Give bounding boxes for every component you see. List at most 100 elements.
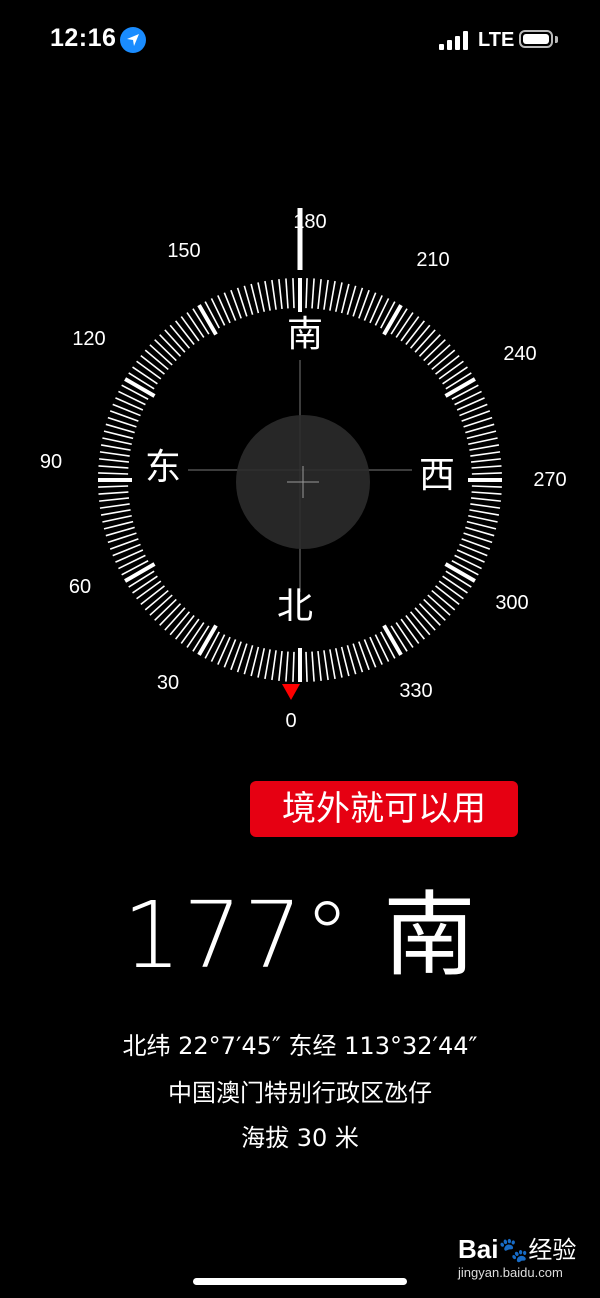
watermark-suffix: 经验 <box>528 1236 577 1264</box>
degree-label-210: 210 <box>416 249 450 271</box>
compass-tick <box>124 562 156 583</box>
compass-tick <box>99 451 130 457</box>
compass-tick <box>471 465 502 469</box>
compass-tick <box>285 651 289 682</box>
compass-tick <box>414 607 436 631</box>
compass-tick <box>471 491 502 495</box>
compass-tick <box>197 304 218 336</box>
compass-tick <box>164 329 186 353</box>
degree-label-90: 90 <box>39 451 63 473</box>
compass-tick <box>323 279 329 310</box>
degree-label-180: 180 <box>293 211 327 233</box>
compass-tick <box>100 444 131 451</box>
compass-tick <box>471 485 502 488</box>
compass-tick <box>470 458 501 463</box>
degree-label-300: 300 <box>495 592 529 614</box>
compass-tick <box>340 283 350 314</box>
compass-tick <box>186 622 205 648</box>
compass-tick <box>405 615 425 640</box>
compass-tick <box>132 575 158 594</box>
compass-tick <box>115 397 144 411</box>
network-type: LTE <box>478 29 515 51</box>
compass-tick <box>210 298 226 326</box>
compass-tick <box>329 649 336 680</box>
compass-tick <box>292 651 295 682</box>
cellular-signal-icon <box>439 30 469 50</box>
compass-tick <box>169 324 191 349</box>
coordinates-text: 北纬 22°7′45″ 东经 113°32′44″ <box>122 1032 478 1060</box>
compass-tick <box>418 603 441 626</box>
compass-tick <box>149 344 173 366</box>
compass-tick <box>311 278 315 309</box>
compass-tick <box>102 514 132 523</box>
compass-tick <box>442 366 468 385</box>
compass-tick <box>466 520 497 530</box>
home-indicator[interactable] <box>193 1278 407 1285</box>
compass-tick <box>423 339 446 362</box>
compass-tick <box>423 598 446 621</box>
compass-tick <box>470 503 501 509</box>
degree-label-150: 150 <box>167 240 201 262</box>
compass-tick <box>317 279 322 310</box>
baidu-watermark: Bai🐾经验 jingyan.baidu.com <box>458 1230 598 1290</box>
compass-tick <box>374 634 390 662</box>
compass-dial[interactable]: 南 北 东 西 0 30 60 90 120 150 180 210 240 2… <box>0 160 600 780</box>
compass-tick <box>98 465 129 469</box>
compass-tick <box>369 295 383 324</box>
status-time: 12:16 <box>50 24 117 52</box>
cardinal-west: 西 <box>418 455 455 496</box>
compass-tick <box>149 594 173 616</box>
compass-tick <box>418 334 441 357</box>
battery-icon <box>519 30 553 48</box>
compass-tick <box>468 437 498 446</box>
compass-tick <box>140 585 165 605</box>
overlay-stamp: 境外就可以用 <box>250 781 518 837</box>
compass-tick <box>257 282 266 312</box>
compass-tick <box>136 360 162 380</box>
cardinal-south: 南 <box>286 314 323 355</box>
compass-tick <box>118 554 146 570</box>
compass-tick <box>334 648 343 678</box>
compass-tick <box>271 279 277 310</box>
compass-tick <box>334 282 343 312</box>
compass-tick <box>470 451 501 457</box>
degree-label-30: 30 <box>156 672 180 694</box>
paw-icon: 🐾 <box>498 1236 529 1264</box>
compass-tick <box>454 390 482 406</box>
compass-tick <box>466 430 497 440</box>
compass-tick <box>159 603 182 626</box>
compass-tick <box>454 554 482 570</box>
watermark-url: jingyan.baidu.com <box>458 1265 563 1280</box>
compass-tick <box>278 279 283 310</box>
compass-tick <box>180 618 200 644</box>
compass-tick <box>98 485 129 488</box>
compass-tick <box>115 549 144 563</box>
degree-label-270: 270 <box>533 469 567 491</box>
degree-label-120: 120 <box>72 328 106 350</box>
compass-tick <box>382 624 403 656</box>
compass-tick <box>278 650 283 681</box>
compass-tick <box>374 298 390 326</box>
compass-tick <box>292 278 295 309</box>
compass-tick <box>470 497 501 502</box>
compass-tick <box>159 334 182 357</box>
region-text: 中国澳门特别行政区氹仔 <box>168 1079 432 1107</box>
degree-label-60: 60 <box>68 576 92 598</box>
compass-tick <box>395 622 414 648</box>
compass-tick <box>444 377 476 398</box>
altitude-text: 海拔 30 米 <box>241 1124 359 1152</box>
compass-tick <box>431 349 456 371</box>
compass-tick <box>409 611 431 636</box>
compass-tick <box>210 634 226 662</box>
compass-tick <box>414 329 436 353</box>
compass-tick <box>154 598 177 621</box>
compass-tick <box>456 549 485 563</box>
degree-label-0: 0 <box>285 710 297 732</box>
compass-tick <box>264 649 271 680</box>
compass-tick <box>103 520 134 530</box>
compass-tick <box>427 594 451 616</box>
compass-tick <box>98 472 129 475</box>
compass-tick <box>124 377 156 398</box>
compass-tick <box>311 651 315 682</box>
compass-tick <box>382 304 403 336</box>
